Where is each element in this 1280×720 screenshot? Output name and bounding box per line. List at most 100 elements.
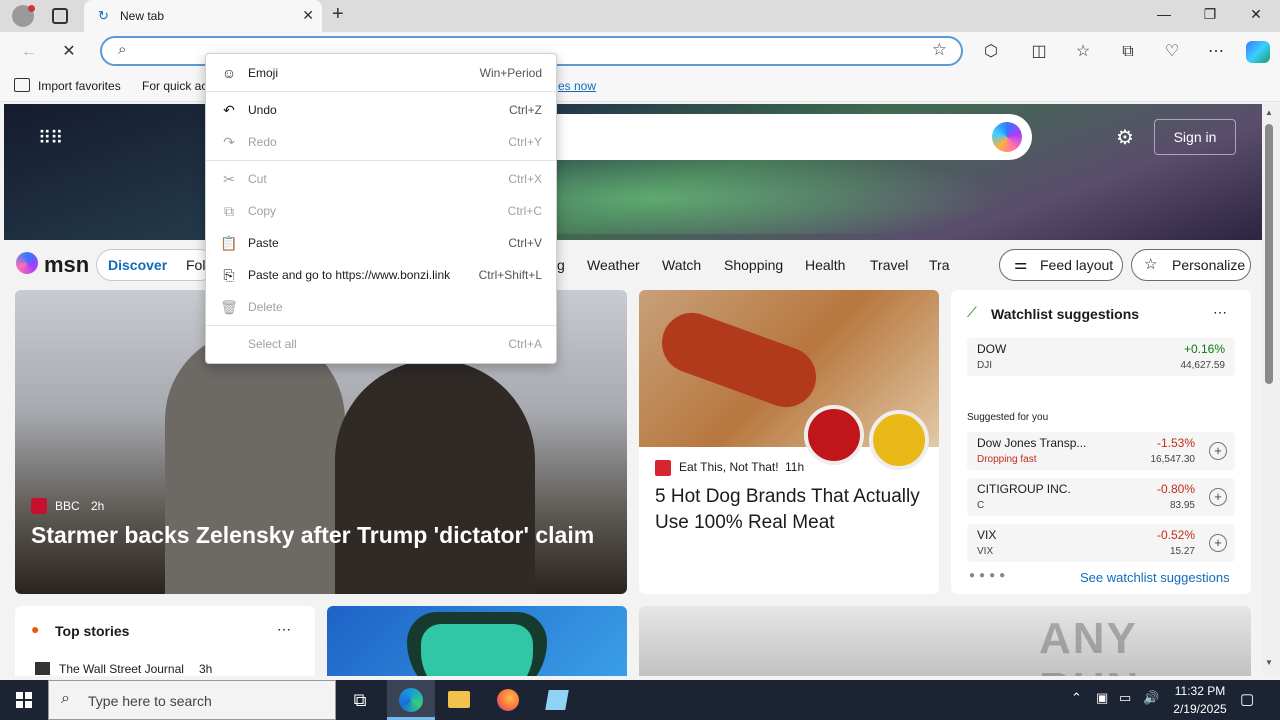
- menu-item-shortcut: Ctrl+Shift+L: [478, 268, 542, 282]
- import-icon: [14, 78, 30, 92]
- minimize-icon[interactable]: —: [1154, 6, 1174, 26]
- menu-item-shortcut: Ctrl+V: [508, 236, 542, 250]
- undo-icon: ↶: [223, 102, 235, 118]
- see-watchlist-link[interactable]: See watchlist suggestions: [1080, 570, 1230, 585]
- collections-icon[interactable]: ⧉: [1117, 41, 1139, 63]
- dow-symbol: DJI: [977, 360, 992, 371]
- hero-source: BBC: [55, 499, 80, 513]
- msn-logo-icon: [16, 252, 38, 274]
- dow-change: +0.16%: [1183, 342, 1225, 356]
- menu-item-shortcut: Win+Period: [479, 66, 542, 80]
- close-window-icon[interactable]: ✕: [1246, 6, 1266, 26]
- security-story-card[interactable]: [327, 606, 627, 676]
- top-stories-more-icon[interactable]: ⋯: [277, 621, 291, 638]
- apps-grid-icon[interactable]: ⠿⠿: [38, 128, 63, 148]
- suggested-label: Suggested for you: [967, 412, 1049, 423]
- nav-health[interactable]: Health: [805, 257, 845, 273]
- nav-travel[interactable]: Travel: [870, 257, 908, 273]
- add-watchlist-icon[interactable]: +: [1209, 488, 1227, 506]
- favorites-icon[interactable]: ☆: [1072, 41, 1094, 63]
- watchlist-row-symbol: C: [977, 500, 985, 511]
- scissors-icon: ✂: [223, 171, 235, 187]
- msn-logo[interactable]: msn: [44, 252, 89, 278]
- add-watchlist-icon[interactable]: +: [1209, 442, 1227, 460]
- carousel-dots[interactable]: ●●●●: [969, 570, 1009, 581]
- tab-actions-icon[interactable]: [52, 8, 68, 24]
- food-age: 11h: [785, 460, 805, 474]
- watchlist-row[interactable]: CITIGROUP INC. C -0.80% 83.95 +: [967, 478, 1235, 516]
- nav-discover-label[interactable]: Discover: [108, 257, 167, 273]
- new-tab-icon[interactable]: +: [332, 3, 344, 26]
- start-button[interactable]: [0, 680, 48, 720]
- tab-new-tab[interactable]: ↻ New tab ✕: [84, 0, 322, 32]
- trash-icon: 🗑: [220, 299, 238, 315]
- task-view-icon[interactable]: ⧉: [336, 680, 384, 720]
- food-story-card[interactable]: Eat This, Not That! 11h 5 Hot Dog Brands…: [639, 290, 939, 594]
- notifications-icon[interactable]: ▢: [1240, 690, 1254, 708]
- hero-headline[interactable]: Starmer backs Zelensky after Trump 'dict…: [31, 522, 621, 549]
- menu-item-emoji[interactable]: ☺ Emoji Win+Period: [206, 58, 556, 88]
- clock-time[interactable]: 11:32 PM: [1170, 684, 1230, 698]
- watchlist-more-icon[interactable]: ⋯: [1213, 304, 1227, 321]
- back-icon[interactable]: ←: [18, 41, 40, 63]
- copilot-icon[interactable]: [1246, 41, 1270, 63]
- nav-partial[interactable]: g: [557, 257, 565, 273]
- scroll-up-icon[interactable]: ▲: [1265, 108, 1273, 117]
- sign-in-button[interactable]: Sign in: [1154, 119, 1236, 155]
- nav-traffic[interactable]: Tra: [929, 257, 949, 273]
- menu-item-shortcut: Ctrl+X: [508, 172, 542, 186]
- nav-following[interactable]: Fol: [186, 257, 205, 273]
- dow-row[interactable]: DOW DJI +0.16% 44,627.59: [967, 338, 1235, 376]
- clock-date[interactable]: 2/19/2025: [1170, 702, 1230, 716]
- favorites-manage-link[interactable]: es now: [558, 79, 596, 93]
- restore-icon[interactable]: ❐: [1200, 6, 1220, 26]
- nav-shopping[interactable]: Shopping: [724, 257, 783, 273]
- menu-item-paste-and-go[interactable]: ⎘ Paste and go to https://www.bonzi.link…: [206, 260, 556, 290]
- web-search-box[interactable]: [484, 114, 1032, 160]
- anyrun-watermark: ANY RUN: [1039, 614, 1138, 676]
- feed-layout-button[interactable]: ⚌ Feed layout: [999, 249, 1123, 281]
- watchlist-row[interactable]: Dow Jones Transp... Dropping fast -1.53%…: [967, 432, 1235, 470]
- scrollbar-thumb[interactable]: [1265, 124, 1273, 384]
- menu-item-label: Paste: [248, 236, 279, 250]
- edge-logo: [399, 688, 423, 712]
- nav-watch[interactable]: Watch: [662, 257, 701, 273]
- notepad-icon[interactable]: [533, 680, 581, 720]
- menu-divider: [206, 325, 556, 326]
- close-tab-icon[interactable]: ✕: [302, 7, 314, 24]
- extensions-icon[interactable]: ⬡: [980, 41, 1002, 63]
- menu-item-undo[interactable]: ↶ Undo Ctrl+Z: [206, 95, 556, 125]
- firefox-icon[interactable]: [484, 680, 532, 720]
- volume-icon[interactable]: 🔊: [1143, 690, 1159, 706]
- more-menu-icon[interactable]: ⋯: [1205, 41, 1227, 63]
- watchlist-row-name: VIX: [977, 528, 997, 542]
- copilot-search-icon[interactable]: [992, 122, 1022, 152]
- network-icon[interactable]: ▭: [1119, 690, 1131, 706]
- tray-chevron-icon[interactable]: ⌃: [1071, 690, 1082, 706]
- menu-item-redo: ↷ Redo Ctrl+Y: [206, 127, 556, 157]
- import-favorites-link[interactable]: Import favorites: [38, 79, 121, 93]
- add-watchlist-icon[interactable]: +: [1209, 534, 1227, 552]
- watchlist-row-value: 15.27: [1169, 546, 1195, 557]
- menu-item-paste[interactable]: 📋 Paste Ctrl+V: [206, 228, 556, 258]
- food-headline[interactable]: 5 Hot Dog Brands That Actually Use 100% …: [655, 484, 925, 536]
- search-icon: ⌕: [118, 41, 127, 58]
- loading-icon: ↻: [98, 8, 109, 23]
- watchlist-row-value: 16,547.30: [1150, 454, 1196, 465]
- file-explorer-icon[interactable]: [435, 680, 483, 720]
- stop-icon[interactable]: ✕: [58, 41, 80, 63]
- scroll-down-icon[interactable]: ▼: [1265, 658, 1273, 667]
- msn-page: ⠿⠿ ⚙ Sign in msn Discover Fol g Weather …: [4, 104, 1262, 676]
- edge-taskbar-icon[interactable]: [387, 680, 435, 720]
- tray-device-icon[interactable]: ▣: [1096, 690, 1108, 706]
- performance-icon[interactable]: ♡: [1161, 41, 1183, 63]
- nav-weather[interactable]: Weather: [587, 257, 640, 273]
- watchlist-row[interactable]: VIX VIX -0.52% 15.27 +: [967, 524, 1235, 562]
- favorite-star-icon[interactable]: ☆: [932, 40, 947, 60]
- taskbar-search[interactable]: ⌕ Type here to search: [48, 680, 336, 720]
- bottom-story-card[interactable]: ANY RUN: [639, 606, 1251, 676]
- personalize-button[interactable]: ☆ Personalize: [1131, 249, 1251, 281]
- menu-divider: [206, 91, 556, 92]
- split-screen-icon[interactable]: ◫: [1028, 41, 1050, 63]
- settings-gear-icon[interactable]: ⚙: [1116, 125, 1134, 150]
